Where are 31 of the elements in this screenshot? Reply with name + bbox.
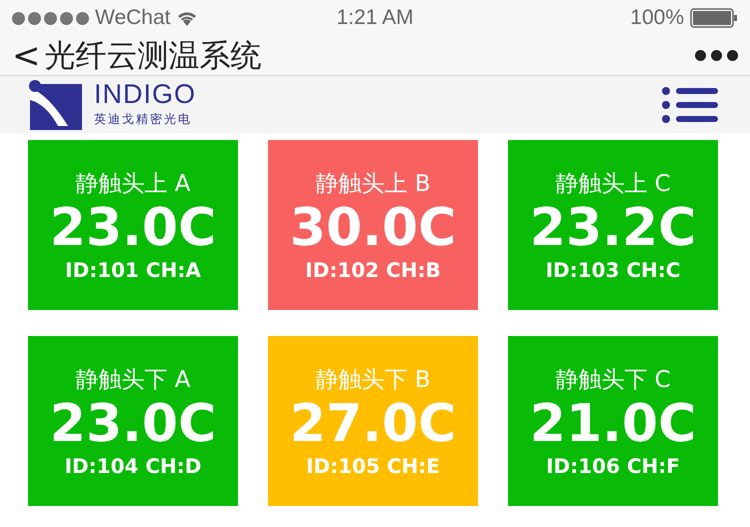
sensor-info: ID:101 CH:A — [65, 258, 201, 282]
temperature-reading: 27.0C — [290, 394, 456, 454]
page-title: 光纤云测温系统 — [44, 36, 262, 76]
sensor-name: 静触头下 C — [555, 366, 671, 395]
brand-name: INDIGO — [94, 81, 198, 108]
temperature-reading: 23.2C — [530, 198, 696, 258]
battery-icon — [690, 8, 738, 28]
sensor-info: ID:104 CH:D — [64, 454, 202, 478]
wifi-icon — [176, 10, 198, 26]
menu-icon[interactable] — [662, 86, 718, 122]
logo-icon — [28, 80, 82, 130]
temperature-reading: 23.0C — [50, 198, 216, 258]
sensor-name: 静触头上 C — [555, 170, 671, 199]
temperature-reading: 30.0C — [290, 198, 456, 258]
temperature-reading: 23.0C — [50, 394, 216, 454]
signal-icon — [12, 12, 89, 24]
sensor-name: 静触头下 A — [75, 366, 191, 395]
sensor-name: 静触头下 B — [315, 366, 431, 395]
temperature-reading: 21.0C — [530, 394, 696, 454]
more-icon[interactable] — [695, 50, 738, 61]
back-button[interactable]: < — [12, 38, 44, 72]
battery-percent: 100% — [630, 6, 684, 30]
sensor-name: 静触头上 A — [75, 170, 191, 199]
sensor-name: 静触头上 B — [315, 170, 431, 199]
sensor-info: ID:106 CH:F — [546, 454, 680, 478]
sensor-info: ID:105 CH:E — [306, 454, 440, 478]
sensor-info: ID:102 CH:B — [305, 258, 441, 282]
clock-time: 1:21 AM — [336, 6, 414, 30]
brand-subtitle: 英迪戈精密光电 — [94, 111, 193, 128]
sensor-info: ID:103 CH:C — [546, 258, 680, 282]
carrier-name: WeChat — [95, 6, 170, 30]
